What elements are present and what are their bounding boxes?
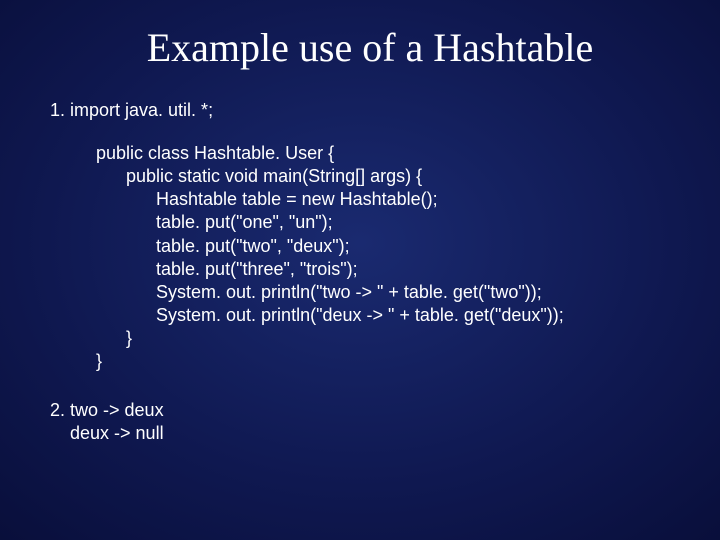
output-block: 2. two -> deux deux -> null: [50, 399, 690, 446]
code-block: public class Hashtable. User { public st…: [96, 142, 690, 372]
slide-body: 1. import java. util. *; public class Ha…: [50, 99, 690, 445]
slide-container: Example use of a Hashtable 1. import jav…: [0, 0, 720, 540]
slide-title: Example use of a Hashtable: [50, 24, 690, 71]
import-statement: 1. import java. util. *;: [50, 99, 690, 122]
